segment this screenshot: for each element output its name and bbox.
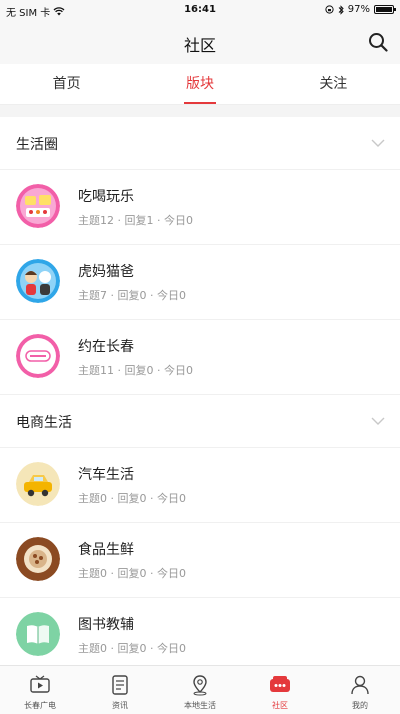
list-item[interactable]: 食品生鲜 主题0 · 回复0 · 今日0 xyxy=(0,523,400,598)
forum-name: 虎妈猫爸 xyxy=(78,264,134,280)
profile-icon xyxy=(351,675,369,695)
bottom-tab-local-life[interactable]: 本地生活 xyxy=(160,666,240,714)
list-item[interactable]: 约在长春 主题11 · 回复0 · 今日0 xyxy=(0,320,400,395)
screen: 无 SIM 卡 16:41 97% 社区 首页 版块 关注 生活圈 吃喝玩乐 主… xyxy=(0,0,400,714)
battery-icon xyxy=(374,5,396,14)
forum-stats: 主题0 · 回复0 · 今日0 xyxy=(78,567,186,580)
bluetooth-icon xyxy=(338,4,344,15)
board-list: 生活圈 吃喝玩乐 主题12 · 回复1 · 今日0 虎妈猫爸 主题7 · 回复0… xyxy=(0,117,400,665)
tab-spacer xyxy=(0,105,400,117)
local-life-icon xyxy=(193,675,207,696)
forum-stats: 主题7 · 回复0 · 今日0 xyxy=(78,289,186,302)
books-avatar xyxy=(16,612,60,656)
tab-boards[interactable]: 版块 xyxy=(133,64,266,104)
status-right: 97% xyxy=(325,4,396,15)
forum-name: 约在长春 xyxy=(78,339,134,355)
list-item[interactable]: 图书教辅 主题0 · 回复0 · 今日0 xyxy=(0,598,400,665)
top-tabs: 首页 版块 关注 xyxy=(0,64,400,105)
battery-percent: 97% xyxy=(347,4,370,15)
community-icon xyxy=(270,676,290,692)
section-title: 电商生活 xyxy=(16,415,72,431)
food-fun-avatar xyxy=(16,184,60,228)
bottom-tab-community[interactable]: 社区 xyxy=(240,666,320,714)
section-header-life-circle[interactable]: 生活圈 xyxy=(0,117,400,170)
bottom-tab-broadcast[interactable]: 长春广电 xyxy=(0,666,80,714)
forum-stats: 主题0 · 回复0 · 今日0 xyxy=(78,492,186,505)
search-icon[interactable] xyxy=(366,30,390,54)
forum-stats: 主题0 · 回复0 · 今日0 xyxy=(78,642,186,655)
status-bar: 无 SIM 卡 16:41 97% xyxy=(0,0,400,20)
forum-name: 吃喝玩乐 xyxy=(78,189,134,205)
tv-icon xyxy=(30,675,50,693)
bottom-tab-label: 资讯 xyxy=(112,701,128,710)
forum-name: 食品生鲜 xyxy=(78,542,134,558)
bottom-tab-label: 我的 xyxy=(352,701,368,710)
bottom-tab-bar: 长春广电 资讯 本地生活 社区 我的 xyxy=(0,665,400,714)
tab-following[interactable]: 关注 xyxy=(267,64,400,104)
battery-fill xyxy=(376,7,392,12)
bottom-tab-profile[interactable]: 我的 xyxy=(320,666,400,714)
bottom-tab-label: 长春广电 xyxy=(24,701,56,710)
list-item[interactable]: 吃喝玩乐 主题12 · 回复1 · 今日0 xyxy=(0,170,400,245)
section-title: 生活圈 xyxy=(16,137,58,153)
bottom-tab-label: 社区 xyxy=(272,701,288,710)
forum-name: 汽车生活 xyxy=(78,467,134,483)
bottom-tab-label: 本地生活 xyxy=(184,701,216,710)
lock-rotation-icon xyxy=(325,5,334,14)
list-item[interactable]: 汽车生活 主题0 · 回复0 · 今日0 xyxy=(0,448,400,523)
parents-avatar xyxy=(16,259,60,303)
meetup-avatar xyxy=(16,334,60,378)
list-item[interactable]: 虎妈猫爸 主题7 · 回复0 · 今日0 xyxy=(0,245,400,320)
tab-home[interactable]: 首页 xyxy=(0,64,133,104)
page-title: 社区 xyxy=(183,36,216,55)
nav-bar: 社区 xyxy=(0,20,400,64)
chevron-down-icon[interactable] xyxy=(370,413,386,429)
forum-stats: 主题11 · 回复0 · 今日0 xyxy=(78,364,193,377)
fresh-food-avatar xyxy=(16,537,60,581)
section-header-ecommerce[interactable]: 电商生活 xyxy=(0,395,400,448)
forum-stats: 主题12 · 回复1 · 今日0 xyxy=(78,214,193,227)
news-icon xyxy=(112,675,128,695)
car-avatar xyxy=(16,462,60,506)
chevron-down-icon[interactable] xyxy=(370,135,386,151)
forum-name: 图书教辅 xyxy=(78,617,134,633)
bottom-tab-news[interactable]: 资讯 xyxy=(80,666,160,714)
